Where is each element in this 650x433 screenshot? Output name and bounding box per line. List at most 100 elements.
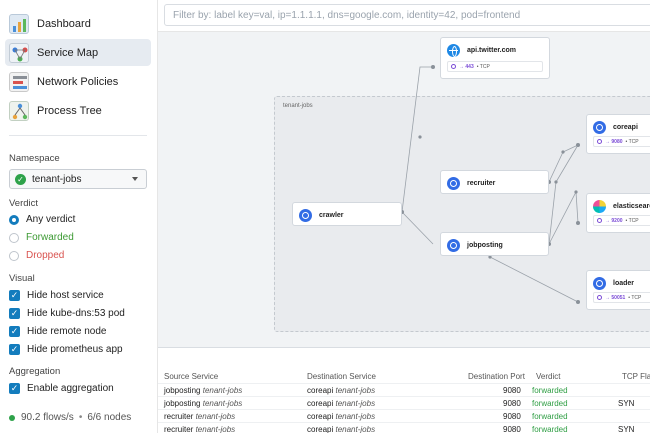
nav-item-dashboard[interactable]: Dashboard bbox=[5, 10, 151, 37]
table-row[interactable]: jobposting tenant-jobs coreapi tenant-jo… bbox=[158, 383, 650, 396]
src-namespace: tenant-jobs bbox=[202, 386, 243, 395]
src-service: jobposting bbox=[164, 399, 201, 408]
port-badge: → 9080 • TCP bbox=[593, 136, 650, 147]
dashboard-icon bbox=[9, 13, 29, 34]
src-service: jobposting bbox=[164, 386, 201, 395]
port-badge: → 50051 • TCP bbox=[593, 292, 650, 303]
verdict-dropped-radio[interactable]: Dropped bbox=[9, 250, 64, 261]
checkbox-label: Enable aggregation bbox=[27, 383, 114, 394]
port-icon bbox=[597, 295, 602, 300]
table-row[interactable]: jobposting tenant-jobs coreapi tenant-jo… bbox=[158, 396, 650, 409]
port-number: → 443 bbox=[459, 63, 474, 70]
card-head: coreapi bbox=[593, 121, 638, 134]
node-title: api.twitter.com bbox=[467, 47, 517, 54]
column-header[interactable]: Source Service bbox=[164, 372, 218, 381]
table-header: Source Service Destination Service Desti… bbox=[158, 370, 650, 383]
hide-remote-node-checkbox[interactable]: ✓ Hide remote node bbox=[9, 326, 107, 337]
nav-item-process-tree[interactable]: Process Tree bbox=[5, 97, 151, 124]
process-tree-icon bbox=[9, 100, 29, 121]
table-row[interactable]: recruiter tenant-jobs coreapi tenant-job… bbox=[158, 422, 650, 433]
card-head: recruiter bbox=[447, 177, 495, 190]
hide-host-service-checkbox[interactable]: ✓ Hide host service bbox=[9, 290, 104, 301]
node-loader[interactable]: loader → 50051 • TCP bbox=[586, 270, 650, 310]
nav-item-service-map[interactable]: Service Map bbox=[5, 39, 151, 66]
kubernetes-icon bbox=[593, 121, 606, 134]
verdict-cell: forwarded bbox=[532, 399, 568, 408]
verdict-cell: forwarded bbox=[532, 412, 568, 421]
radio-icon bbox=[9, 232, 19, 243]
port-protocol: • TCP bbox=[625, 217, 639, 224]
checkbox-icon: ✓ bbox=[9, 326, 20, 337]
src-cell: jobposting tenant-jobs bbox=[164, 399, 242, 408]
node-title: elasticsearch bbox=[613, 203, 650, 210]
node-elasticsearch[interactable]: elasticsearch → 9200 • TCP bbox=[586, 193, 650, 233]
network-policies-icon bbox=[9, 71, 29, 92]
node-crawler[interactable]: crawler bbox=[292, 202, 402, 226]
filter-input[interactable] bbox=[164, 4, 650, 26]
card-head: jobposting bbox=[447, 239, 503, 252]
edge-dot bbox=[576, 221, 580, 225]
radio-icon bbox=[9, 214, 19, 225]
filter-bar bbox=[158, 0, 650, 32]
port-badge: → 9200 • TCP bbox=[593, 215, 650, 226]
verdict-forwarded-radio[interactable]: Forwarded bbox=[9, 232, 74, 243]
checkbox-icon: ✓ bbox=[9, 383, 20, 394]
dst-cell: coreapi tenant-jobs bbox=[307, 386, 375, 395]
nav-item-network-policies[interactable]: Network Policies bbox=[5, 68, 151, 95]
checkbox-label: Hide remote node bbox=[27, 326, 107, 337]
column-header[interactable]: Destination Port bbox=[468, 372, 525, 381]
node-title: jobposting bbox=[467, 242, 503, 249]
table-row[interactable]: recruiter tenant-jobs coreapi tenant-job… bbox=[158, 409, 650, 422]
enable-aggregation-checkbox[interactable]: ✓ Enable aggregation bbox=[9, 383, 114, 394]
dst-namespace: tenant-jobs bbox=[335, 399, 376, 408]
edge-crawler-twitter bbox=[401, 66, 433, 213]
checkbox-icon: ✓ bbox=[9, 344, 20, 355]
card-head: loader bbox=[593, 277, 634, 290]
port-number: → 9080 bbox=[605, 138, 623, 145]
port-cell: 9080 bbox=[503, 399, 521, 408]
elasticsearch-icon bbox=[593, 200, 606, 213]
namespace-select[interactable]: ✓ tenant-jobs bbox=[9, 169, 147, 189]
dst-cell: coreapi tenant-jobs bbox=[307, 425, 375, 433]
dst-service: coreapi bbox=[307, 399, 334, 408]
nav-label: Process Tree bbox=[37, 104, 102, 117]
node-title: crawler bbox=[319, 212, 344, 219]
port-icon bbox=[451, 64, 456, 69]
hide-prometheus-checkbox[interactable]: ✓ Hide prometheus app bbox=[9, 344, 123, 355]
column-header[interactable]: Verdict bbox=[536, 372, 560, 381]
edge-crawler-jobposting bbox=[401, 211, 434, 245]
flags-cell: SYN bbox=[618, 425, 635, 433]
src-namespace: tenant-jobs bbox=[202, 399, 243, 408]
port-cell: 9080 bbox=[503, 425, 521, 433]
dst-service: coreapi bbox=[307, 425, 334, 433]
dst-service: coreapi bbox=[307, 412, 334, 421]
service-map[interactable]: tenant-jobs api.twitter.com → 443 • TCP … bbox=[158, 32, 650, 347]
checkbox-label: Hide host service bbox=[27, 290, 104, 301]
port-protocol: • TCP bbox=[628, 294, 642, 301]
node-coreapi[interactable]: coreapi → 9080 • TCP bbox=[586, 114, 650, 154]
node-title: coreapi bbox=[613, 124, 638, 131]
port-icon bbox=[597, 218, 602, 223]
node-recruiter[interactable]: recruiter bbox=[440, 170, 549, 194]
service-map-icon bbox=[9, 42, 29, 63]
node-jobposting[interactable]: jobposting bbox=[440, 232, 549, 256]
verdict-any-radio[interactable]: Any verdict bbox=[9, 214, 75, 225]
node-twitter[interactable]: api.twitter.com → 443 • TCP bbox=[440, 37, 550, 79]
column-header[interactable]: TCP Flags bbox=[622, 372, 650, 381]
card-head: crawler bbox=[299, 209, 344, 222]
edges bbox=[400, 65, 580, 304]
checkbox-label: Hide prometheus app bbox=[27, 344, 123, 355]
port-number: → 50051 bbox=[605, 294, 626, 301]
card-head: api.twitter.com bbox=[447, 44, 516, 57]
verdict-cell: forwarded bbox=[532, 386, 568, 395]
checkbox-label: Hide kube-dns:53 pod bbox=[27, 308, 125, 319]
column-header[interactable]: Destination Service bbox=[307, 372, 376, 381]
flows-table: Source Service Destination Service Desti… bbox=[158, 347, 650, 433]
edge-dot bbox=[431, 65, 435, 69]
radio-label: Any verdict bbox=[26, 214, 76, 225]
edge-jobposting-elastic bbox=[548, 190, 579, 245]
kubernetes-icon bbox=[447, 177, 460, 190]
hide-kube-dns-checkbox[interactable]: ✓ Hide kube-dns:53 pod bbox=[9, 308, 125, 319]
globe-icon bbox=[447, 44, 460, 57]
radio-label: Forwarded bbox=[26, 232, 74, 243]
